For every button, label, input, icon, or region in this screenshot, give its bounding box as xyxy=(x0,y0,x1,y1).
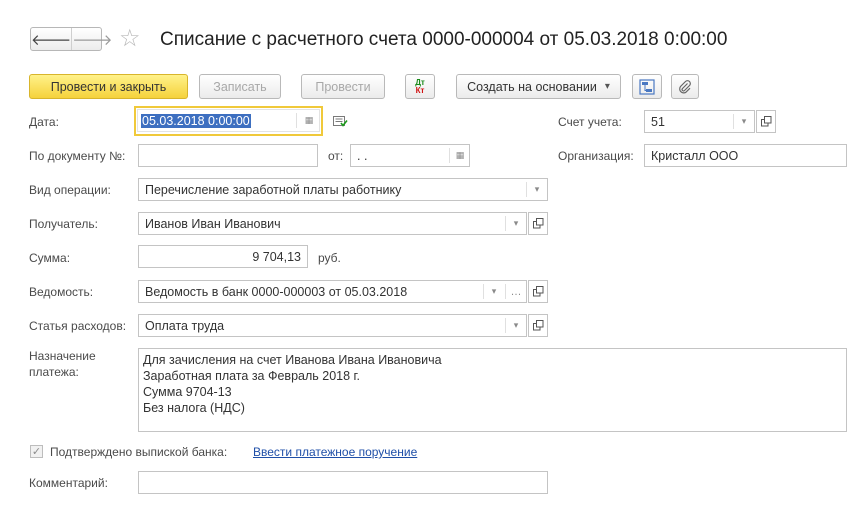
account-select[interactable]: 51 ▾ xyxy=(644,110,755,133)
purpose-line: Без налога (НДС) xyxy=(143,401,245,415)
enter-payment-order-link[interactable]: Ввести платежное поручение xyxy=(253,445,417,459)
bank-confirmed-checkbox[interactable]: ✓ xyxy=(30,445,43,458)
payment-purpose-label-line2: платежа: xyxy=(29,365,79,379)
statement-select[interactable]: Ведомость в банк 0000-000003 от 05.03.20… xyxy=(138,280,527,303)
comment-label: Комментарий: xyxy=(29,476,108,490)
chevron-down-icon: ▾ xyxy=(604,81,610,92)
save-button[interactable]: Записать xyxy=(199,74,281,99)
doc-number-input[interactable] xyxy=(138,144,318,167)
dropdown-arrow-icon[interactable]: ▾ xyxy=(507,213,525,234)
bank-confirmed-label: Подтверждено выпиской банка: xyxy=(50,445,228,459)
from-date-label: от: xyxy=(328,149,344,163)
operation-type-label: Вид операции: xyxy=(29,183,111,197)
dropdown-arrow-icon[interactable]: ▾ xyxy=(735,111,753,132)
currency-label: руб. xyxy=(318,251,341,265)
recipient-open-button[interactable] xyxy=(528,212,548,235)
arrow-right-icon: 🡒 xyxy=(72,31,113,49)
calendar-icon[interactable]: ▦ xyxy=(300,110,318,131)
sum-label: Сумма: xyxy=(29,251,71,265)
doc-number-label: По документу №: xyxy=(29,149,126,163)
forward-button[interactable]: 🡒 xyxy=(71,28,112,50)
statement-label: Ведомость: xyxy=(29,285,94,299)
date-label: Дата: xyxy=(29,115,59,129)
recipient-select[interactable]: Иванов Иван Иванович ▾ xyxy=(138,212,527,235)
organization-label: Организация: xyxy=(558,149,634,163)
open-icon xyxy=(532,286,543,297)
dropdown-arrow-icon[interactable]: ▾ xyxy=(507,315,525,336)
ellipsis-icon[interactable]: … xyxy=(507,281,525,302)
account-open-button[interactable] xyxy=(756,110,776,133)
date-input[interactable]: 05.03.2018 0:00:00 ▦ xyxy=(137,109,320,132)
comment-input[interactable] xyxy=(138,471,548,494)
document-check-icon[interactable] xyxy=(333,115,348,131)
structure-button[interactable] xyxy=(632,74,662,99)
purpose-line: Для зачисления на счет Иванова Ивана Ива… xyxy=(143,353,442,367)
page-title: Списание с расчетного счета 0000-000004 … xyxy=(160,29,728,50)
recipient-label: Получатель: xyxy=(29,217,98,231)
open-icon xyxy=(760,116,771,127)
post-and-close-button[interactable]: Провести и закрыть xyxy=(29,74,188,99)
open-icon xyxy=(532,320,543,331)
attach-button[interactable] xyxy=(671,74,699,99)
dropdown-arrow-icon[interactable]: ▾ xyxy=(528,179,546,200)
expense-item-open-button[interactable] xyxy=(528,314,548,337)
account-label: Счет учета: xyxy=(558,115,622,129)
calendar-icon[interactable]: ▦ xyxy=(451,145,469,166)
from-date-input[interactable]: . . ▦ xyxy=(350,144,470,167)
structure-icon xyxy=(639,78,655,95)
paperclip-icon xyxy=(679,79,691,93)
statement-open-button[interactable] xyxy=(528,280,548,303)
arrow-left-icon: 🡐 xyxy=(31,31,72,49)
organization-input[interactable]: Кристалл ООО xyxy=(644,144,847,167)
star-icon[interactable]: ☆ xyxy=(119,26,141,52)
expense-item-label: Статья расходов: xyxy=(29,319,127,333)
payment-purpose-textarea[interactable]: Для зачисления на счет Иванова Ивана Ива… xyxy=(138,348,847,432)
dt-kt-icon: Дт Кт xyxy=(415,77,425,95)
sum-input[interactable]: 9 704,13 xyxy=(138,245,308,268)
purpose-line: Сумма 9704-13 xyxy=(143,385,232,399)
back-button[interactable]: 🡐 xyxy=(31,28,71,50)
expense-item-select[interactable]: Оплата труда ▾ xyxy=(138,314,527,337)
create-based-on-button[interactable]: Создать на основании ▾ xyxy=(456,74,621,99)
dt-kt-button[interactable]: Дт Кт xyxy=(405,74,435,99)
open-icon xyxy=(532,218,543,229)
operation-type-select[interactable]: Перечисление заработной платы работнику … xyxy=(138,178,548,201)
payment-purpose-label-line1: Назначение xyxy=(29,349,96,363)
checkmark-icon: ✓ xyxy=(31,446,42,458)
dropdown-arrow-icon[interactable]: ▾ xyxy=(485,281,503,302)
purpose-line: Заработная плата за Февраль 2018 г. xyxy=(143,369,361,383)
nav-buttons: 🡐 🡒 xyxy=(30,27,112,51)
post-button[interactable]: Провести xyxy=(301,74,385,99)
